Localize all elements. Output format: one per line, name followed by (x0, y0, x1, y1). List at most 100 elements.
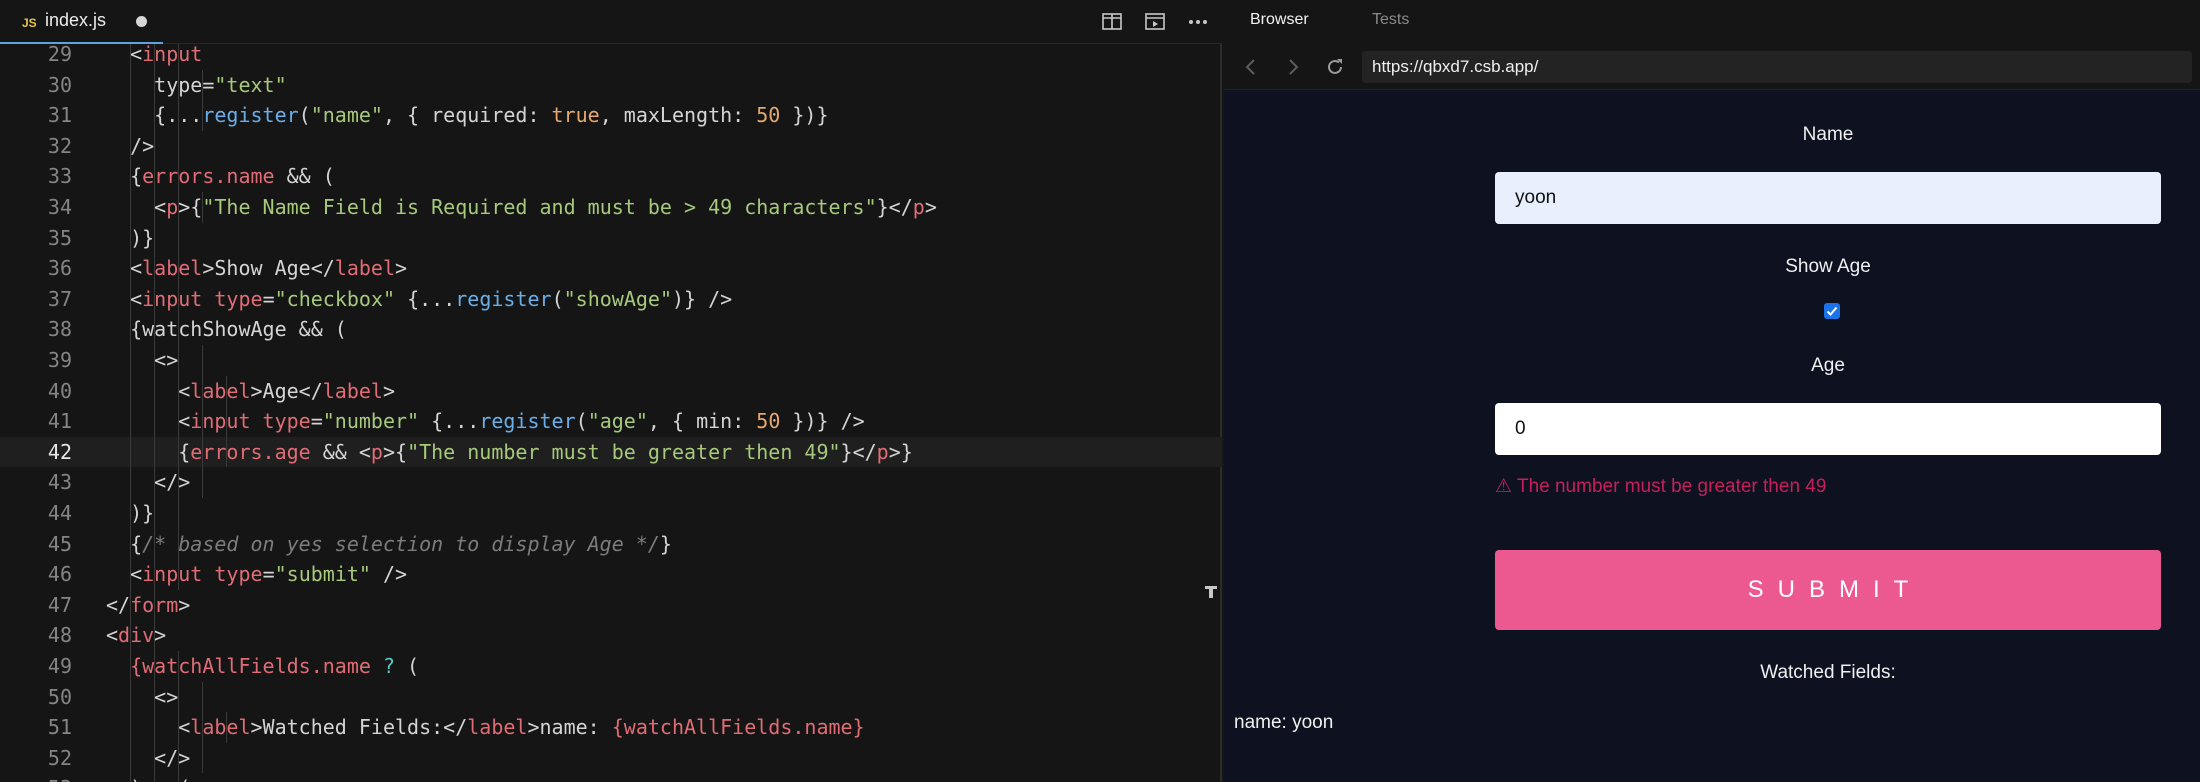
split-editor-icon[interactable] (1099, 10, 1125, 34)
line-number: 53 (0, 773, 72, 782)
tab-index-js[interactable]: JS index.js (0, 0, 163, 44)
code-token: < (178, 409, 191, 434)
watched-fields-value: name: yoon (1234, 712, 1334, 733)
code-line[interactable]: 38 {watchShowAge && ( (0, 314, 1222, 345)
code-token: type (262, 409, 311, 434)
url-input[interactable]: https://qbxd7.csb.app/ (1362, 51, 2192, 83)
indent-guide (130, 345, 132, 376)
code-line[interactable]: 50 <> (0, 681, 1222, 713)
checkmark-icon (1826, 306, 1838, 316)
code-text: <label>Watched Fields:</label>name: {wat… (178, 712, 864, 743)
code-line[interactable]: 44)} (0, 498, 1222, 529)
code-token: "text" (214, 72, 287, 97)
code-line[interactable]: 46 <input type="submit" /> (0, 559, 1222, 590)
code-token: < (130, 286, 143, 311)
watched-fields-title: Watched Fields: (1760, 662, 1896, 683)
code-token: ( (395, 654, 420, 678)
line-number: 44 (47, 501, 72, 525)
show-age-checkbox[interactable] (1824, 303, 1840, 319)
code-text: {errors.age && <p>{"The number must be g… (178, 437, 913, 468)
code-token: type (214, 562, 263, 587)
more-actions-icon[interactable] (1185, 10, 1211, 34)
code-token: div (118, 623, 155, 648)
submit-button[interactable]: SUBMIT (1495, 550, 2161, 630)
line-number: 30 (47, 72, 72, 97)
code-token: = (310, 409, 323, 434)
code-line[interactable]: 47 </form> (0, 589, 1222, 621)
refresh-icon[interactable] (1324, 56, 1346, 78)
code-text: <label>Age</label> (178, 376, 395, 407)
code-token: p (166, 195, 179, 219)
code-token: ( (298, 103, 311, 128)
code-token: , maxLength: (599, 103, 757, 128)
code-line[interactable]: 36 <label>Show Age</label> (0, 253, 1222, 284)
code-line[interactable]: 53 ) : ( (0, 773, 1222, 782)
code-line[interactable]: 52 </> (0, 742, 1222, 774)
code-line[interactable]: 34 <p>{"The Name Field is Required and mu… (0, 192, 1222, 223)
back-icon[interactable] (1240, 56, 1262, 78)
line-number: 39 (47, 348, 72, 372)
code-token: p (876, 439, 889, 464)
code-token: < (106, 623, 119, 648)
code-line[interactable]: 30 type="text" (0, 69, 1222, 101)
code-line[interactable]: 32 /> (0, 130, 1222, 162)
code-token: errors.age (190, 439, 311, 464)
code-line[interactable]: 29 <input (0, 44, 1222, 70)
indent-guide (154, 436, 156, 468)
code-line[interactable]: 31 {...register("name", { required: true,… (0, 100, 1222, 131)
code-line[interactable]: 51 <label>Watched Fields:</label>name: {w… (0, 712, 1222, 743)
code-line[interactable]: 39 <> (0, 345, 1222, 376)
code-token: && < (310, 439, 371, 464)
preview-page: Name yoon Show Age Age 0 ⚠ The number mu… (1224, 90, 2200, 782)
code-area[interactable]: 29 <input 30 type="text" 31 {...register("nam… (0, 44, 1222, 782)
line-number: 50 (47, 684, 72, 709)
code-token: "The number must be greater then 49" (407, 439, 841, 464)
code-token: ) : ( (130, 776, 190, 782)
code-token: { (130, 531, 143, 556)
scrollbar-marker-icon[interactable] (1204, 584, 1218, 600)
tab-browser[interactable]: Browser (1250, 11, 1309, 29)
code-text: )} (130, 498, 154, 529)
code-line[interactable]: 43 </> (0, 467, 1222, 498)
age-input[interactable]: 0 (1495, 403, 2161, 455)
indent-guide (178, 681, 180, 713)
name-input[interactable]: yoon (1495, 172, 2161, 224)
code-line[interactable]: 45 {/* based on yes selection to display … (0, 528, 1222, 560)
code-token: >Age</ (250, 378, 323, 403)
code-line[interactable]: 41 <input type="number" {...register("age… (0, 406, 1222, 437)
code-text: type="text" (154, 70, 286, 101)
code-line[interactable]: 48 <div> (0, 620, 1222, 651)
forward-icon[interactable] (1282, 56, 1304, 78)
code-text: /> (130, 131, 154, 162)
code-text: <> (154, 345, 178, 376)
code-line[interactable]: 37 <input type="checkbox" {...register("s… (0, 283, 1222, 315)
tab-tests[interactable]: Tests (1372, 11, 1409, 29)
line-number: 29 (47, 44, 72, 66)
code-line[interactable]: 33 {errors.name && ( (0, 161, 1222, 192)
line-number: 33 (47, 164, 72, 189)
code-token: "number" (322, 409, 420, 434)
code-line[interactable]: 49 {watchAllFields.name ? ( (0, 651, 1222, 682)
open-preview-icon[interactable] (1142, 10, 1168, 34)
code-line[interactable]: 40 <label>Age</label> (0, 375, 1222, 407)
code-text: <> (154, 682, 178, 713)
code-token: input (142, 286, 203, 311)
code-token: label (190, 378, 251, 403)
line-number: 37 (47, 286, 72, 311)
code-token: {watchAllFields.name} (611, 715, 865, 740)
code-token: </ (106, 592, 131, 617)
code-token: label (467, 715, 528, 740)
indent-guide (202, 345, 204, 376)
code-editor-pane: JS index.js 29 <input 30 type="text" 31 {...r… (0, 0, 1222, 782)
code-token: label (190, 715, 251, 740)
code-line[interactable]: 35)} (0, 222, 1222, 254)
code-token: "age" (587, 409, 648, 434)
indent-guide (130, 406, 132, 437)
line-number: 34 (47, 195, 72, 219)
code-line[interactable]: 42 {errors.age && <p>{"The number must be… (0, 436, 1222, 468)
line-number: 49 (47, 654, 72, 678)
indent-guide (130, 681, 132, 713)
code-token: /> (370, 562, 408, 587)
code-token: form (130, 592, 179, 617)
line-number: 47 (47, 592, 72, 617)
